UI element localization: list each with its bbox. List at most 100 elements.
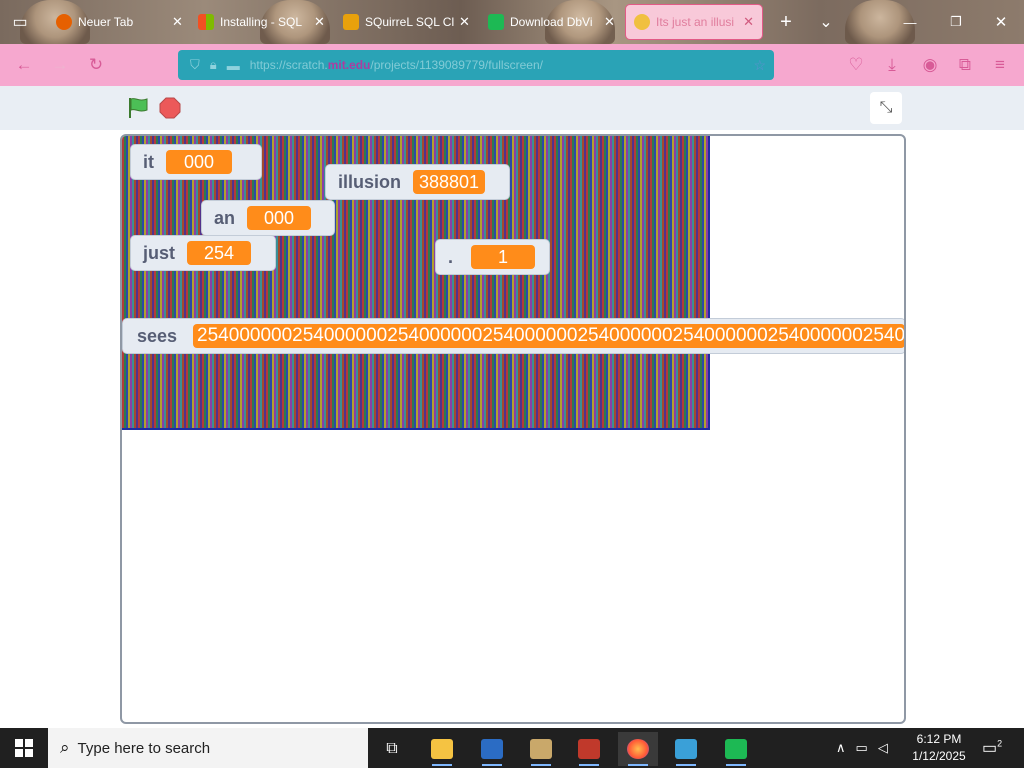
- variable-monitor-just: just 254: [130, 235, 276, 271]
- green-flag-icon[interactable]: [126, 96, 150, 120]
- shield-icon[interactable]: ⛉: [190, 57, 200, 73]
- arrow-right-icon: →: [51, 55, 69, 74]
- reload-icon: ↻: [88, 55, 104, 74]
- monitor-label: .: [448, 246, 454, 267]
- monitor-label: an: [214, 207, 236, 228]
- minimize-button[interactable]: —: [898, 10, 922, 34]
- permissions-icon[interactable]: ▬: [227, 58, 240, 73]
- tab-label: SQuirreL SQL Cl: [365, 15, 455, 29]
- tab-label: Download DbVi: [510, 15, 593, 29]
- variable-monitor-an: an 000: [201, 200, 335, 236]
- firefox-icon: [627, 739, 649, 759]
- bookmark-star-icon[interactable]: ☆: [753, 57, 766, 74]
- pocket-icon[interactable]: ♡: [844, 53, 868, 77]
- clock-date: 1/12/2025: [912, 749, 966, 763]
- back-button[interactable]: ←: [12, 53, 36, 77]
- taskbar-firefox[interactable]: [618, 732, 658, 766]
- close-tab-icon[interactable]: ✕: [604, 14, 615, 30]
- clock-time: 6:12 PM: [916, 732, 962, 746]
- tab-installing-sql[interactable]: Installing - SQL ✕: [190, 4, 333, 40]
- firefox-icon: [56, 14, 72, 30]
- tab-download-dbvis[interactable]: Download DbVi ✕: [480, 4, 623, 40]
- url-domain: mit.edu: [327, 58, 371, 72]
- network-icon[interactable]: ▭: [856, 740, 868, 756]
- taskbar-clock[interactable]: 6:12 PM 1/12/2025: [906, 731, 972, 765]
- account-icon[interactable]: ◉: [918, 53, 942, 77]
- stop-sign-icon[interactable]: [159, 97, 181, 119]
- variable-monitor-it: it 000: [130, 144, 262, 180]
- arrow-left-icon: ←: [15, 55, 33, 74]
- monitor-value: 254: [187, 241, 252, 265]
- taskbar-dbvisualizer[interactable]: [716, 732, 756, 766]
- word-icon: [481, 739, 503, 759]
- task-view-button[interactable]: ⧉: [372, 732, 412, 766]
- taskbar-paint[interactable]: [569, 732, 609, 766]
- squirrel-icon: [530, 739, 552, 759]
- dbvis-icon: [725, 739, 747, 759]
- close-tab-icon[interactable]: ✕: [172, 14, 183, 30]
- collapse-icon: ⤡: [879, 99, 893, 116]
- monitor-value: 2540000002540000002540000002540000002540…: [193, 324, 904, 348]
- remote-desktop-icon: [675, 739, 697, 759]
- restore-button[interactable]: ❐: [944, 10, 968, 34]
- variable-monitor-sees: sees 25400000025400000025400000025400000…: [122, 318, 904, 354]
- monitor-value: 388801: [413, 170, 486, 194]
- forward-button[interactable]: →: [48, 53, 72, 77]
- close-tab-icon[interactable]: ✕: [314, 14, 325, 30]
- start-button[interactable]: [0, 728, 48, 768]
- tab-label: Installing - SQL: [220, 15, 303, 29]
- variable-monitor-period: . 1: [435, 239, 550, 275]
- paint-icon: [578, 739, 600, 759]
- variable-monitor-illusion: illusion 388801: [325, 164, 510, 200]
- reload-button[interactable]: ↻: [84, 53, 108, 77]
- url-text[interactable]: https://scratch.mit.edu/projects/1139089…: [250, 58, 543, 72]
- monitor-label: illusion: [338, 171, 401, 192]
- browser-tab-strip: ▭ Neuer Tab ✕ Installing - SQL ✕ SQuirre…: [0, 0, 1024, 44]
- taskbar-file-explorer[interactable]: [422, 732, 462, 766]
- tab-neuer-tab[interactable]: Neuer Tab ✕: [48, 4, 191, 40]
- monitor-value: 000: [166, 150, 232, 174]
- search-placeholder: Type here to search: [77, 739, 211, 757]
- navigation-bar: ← → ↻ ⛉ 🔒︎ ▬ https://scratch.mit.edu/pro…: [0, 44, 1024, 86]
- windows-taskbar: ⌕ Type here to search ⧉ ∧ ▭ ◁ 6:12 PM 1/…: [0, 728, 1024, 768]
- stage-header: ⤡: [0, 86, 1024, 130]
- monitor-label: it: [143, 151, 154, 172]
- microsoft-icon: [198, 14, 214, 30]
- tab-squirrel-sql[interactable]: SQuirreL SQL Cl ✕: [335, 4, 478, 40]
- monitor-value: 1: [471, 245, 536, 269]
- taskbar-squirrel-sql[interactable]: [521, 732, 561, 766]
- taskbar-word[interactable]: [472, 732, 512, 766]
- notification-center-button[interactable]: ▭2: [982, 738, 1002, 758]
- close-tab-icon[interactable]: ✕: [459, 14, 470, 30]
- taskbar-search-box[interactable]: ⌕ Type here to search: [48, 728, 368, 768]
- notification-count: 2: [997, 738, 1003, 749]
- file-explorer-icon: [431, 739, 453, 759]
- monitor-value: 000: [247, 206, 312, 230]
- exit-fullscreen-button[interactable]: ⤡: [870, 92, 902, 124]
- stage-canvas[interactable]: it 000 illusion 388801 an 000 just 254 .…: [120, 134, 906, 724]
- squirrel-icon: [343, 14, 359, 30]
- lock-icon[interactable]: 🔒︎: [210, 57, 217, 73]
- close-window-button[interactable]: ✕: [989, 10, 1013, 34]
- extensions-icon[interactable]: ⧉: [953, 53, 977, 77]
- tab-its-just-an-illusion[interactable]: Its just an illusi ✕: [625, 4, 763, 40]
- volume-icon[interactable]: ◁: [878, 740, 888, 756]
- tab-overview-icon[interactable]: ▭: [8, 10, 32, 34]
- taskbar-remote-desktop[interactable]: [666, 732, 706, 766]
- url-prefix: https://scratch.: [249, 58, 328, 72]
- tab-label: Its just an illusi: [656, 15, 735, 29]
- windows-logo-icon: [15, 739, 33, 757]
- tab-label: Neuer Tab: [78, 15, 134, 29]
- scratch-player-page: ⤡ it 000 illusion 388801 an 000 just 254…: [0, 86, 1024, 728]
- list-all-tabs-button[interactable]: ⌄: [814, 10, 838, 34]
- menu-icon[interactable]: ≡: [988, 53, 1012, 77]
- close-tab-icon[interactable]: ✕: [743, 14, 754, 30]
- chevron-up-icon[interactable]: ∧: [836, 740, 846, 756]
- monitor-label: just: [143, 242, 176, 263]
- address-bar[interactable]: ⛉ 🔒︎ ▬ https://scratch.mit.edu/projects/…: [178, 50, 774, 80]
- new-tab-button[interactable]: +: [774, 10, 798, 34]
- search-icon: ⌕: [60, 738, 70, 757]
- notification-icon: ▭: [982, 740, 998, 757]
- system-tray: ∧ ▭ ◁: [836, 728, 888, 768]
- downloads-icon[interactable]: ⤓: [880, 53, 904, 77]
